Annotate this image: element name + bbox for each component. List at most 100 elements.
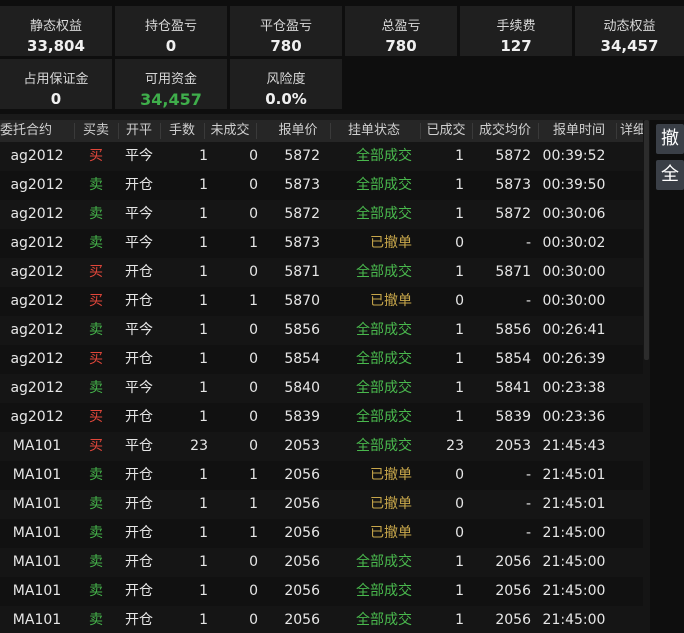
order-price: 2056 — [284, 554, 320, 570]
column-divider — [616, 123, 617, 139]
col-header-symbol[interactable]: 委托合约 — [0, 120, 56, 142]
order-unfilled: 0 — [249, 554, 258, 570]
close-pnl-label: 平仓盈亏 — [259, 19, 312, 34]
col-header-order-status[interactable]: 挂单状态 — [330, 120, 418, 142]
col-header-order-price[interactable]: 报单价 — [266, 120, 330, 142]
order-symbol: MA101 — [12, 612, 62, 628]
close-pnl-cell: 平仓盈亏 780 — [230, 6, 342, 56]
risk-cell: 风险度 0.0% — [230, 59, 342, 109]
order-price: 2056 — [284, 467, 320, 483]
vertical-scrollbar[interactable] — [643, 120, 650, 633]
order-symbol: ag2012 — [10, 293, 64, 309]
order-price: 5873 — [284, 235, 320, 251]
col-header-unfilled[interactable]: 未成交 — [204, 120, 256, 142]
table-row[interactable]: ag2012 卖 开仓 1 0 5873 全部成交 1 5873 00:39:50 — [0, 171, 650, 200]
order-time: 00:39:52 — [542, 148, 606, 164]
order-status: 全部成交 — [356, 612, 412, 628]
col-header-avg-price[interactable]: 成交均价 — [472, 120, 538, 142]
order-direction: 买 — [89, 264, 103, 280]
table-row[interactable]: ag2012 买 平今 1 0 5872 全部成交 1 5872 00:39:52 — [0, 142, 650, 171]
col-header-quantity[interactable]: 手数 — [160, 120, 204, 142]
order-quantity: 1 — [199, 206, 208, 222]
order-avg-price: - — [525, 496, 531, 512]
order-time: 00:26:39 — [542, 351, 606, 367]
order-status: 已撤单 — [370, 525, 412, 541]
order-time: 21:45:00 — [542, 612, 606, 628]
order-open-close: 平今 — [125, 235, 153, 251]
table-row[interactable]: ag2012 买 开仓 1 1 5870 已撤单 0 -00:30:00 — [0, 287, 650, 316]
order-open-close: 平仓 — [125, 438, 153, 454]
order-direction: 卖 — [89, 554, 103, 570]
order-symbol: MA101 — [12, 438, 62, 454]
available-funds-value: 34,457 — [140, 90, 202, 109]
table-row[interactable]: MA101 卖 开仓 1 1 2056 已撤单 0 -21:45:01 — [0, 490, 650, 519]
dynamic-equity-cell: 动态权益 34,457 — [575, 6, 684, 56]
order-price: 5873 — [284, 177, 320, 193]
order-direction: 卖 — [89, 322, 103, 338]
table-row[interactable]: ag2012 买 开仓 1 0 5871 全部成交 1 5871 00:30:00 — [0, 258, 650, 287]
close-pnl-value: 780 — [270, 37, 302, 55]
available-funds-cell: 可用资金 34,457 — [115, 59, 227, 109]
order-time: 00:39:50 — [542, 177, 606, 193]
order-direction: 卖 — [89, 206, 103, 222]
cancel-order-button[interactable]: 撤 — [656, 124, 684, 154]
risk-label: 风险度 — [266, 72, 306, 87]
order-avg-price: 2053 — [495, 438, 531, 454]
order-status: 全部成交 — [356, 380, 412, 396]
order-open-close: 开仓 — [125, 351, 153, 367]
col-header-filled[interactable]: 已成交 — [420, 120, 472, 142]
col-header-order-time[interactable]: 报单时间 — [538, 120, 620, 142]
table-row[interactable]: ag2012 买 开仓 1 0 5839 全部成交 1 5839 00:23:36 — [0, 403, 650, 432]
cancel-all-button[interactable]: 全 — [656, 160, 684, 190]
order-avg-price: 2056 — [495, 583, 531, 599]
order-open-close: 开仓 — [125, 554, 153, 570]
order-time: 00:30:02 — [542, 235, 606, 251]
order-status: 全部成交 — [356, 206, 412, 222]
order-direction: 卖 — [89, 177, 103, 193]
order-open-close: 平今 — [125, 380, 153, 396]
table-row[interactable]: MA101 卖 开仓 1 1 2056 已撤单 0 -21:45:00 — [0, 519, 650, 548]
order-time: 21:45:00 — [542, 554, 606, 570]
order-quantity: 1 — [199, 496, 208, 512]
order-symbol: MA101 — [12, 583, 62, 599]
order-quantity: 23 — [190, 438, 208, 454]
table-row[interactable]: ag2012 卖 平今 1 0 5840 全部成交 1 5841 00:23:38 — [0, 374, 650, 403]
table-row[interactable]: MA101 卖 开仓 1 0 2056 全部成交 1 2056 21:45:00 — [0, 577, 650, 606]
col-header-open-close[interactable]: 开平 — [118, 120, 160, 142]
order-symbol: ag2012 — [10, 380, 64, 396]
col-header-direction[interactable]: 买卖 — [74, 120, 118, 142]
scrollbar-thumb[interactable] — [644, 120, 649, 360]
order-filled: 0 — [455, 467, 464, 483]
order-filled: 0 — [455, 235, 464, 251]
order-open-close: 开仓 — [125, 467, 153, 483]
order-direction: 卖 — [89, 496, 103, 512]
table-row[interactable]: MA101 买 平仓 23 0 2053 全部成交 23 2053 21:45:43 — [0, 432, 650, 461]
order-symbol: ag2012 — [10, 264, 64, 280]
order-status: 全部成交 — [356, 583, 412, 599]
order-status: 全部成交 — [356, 409, 412, 425]
order-direction: 买 — [89, 148, 103, 164]
table-row[interactable]: ag2012 卖 平今 1 1 5873 已撤单 0 -00:30:02 — [0, 229, 650, 258]
side-action-panel: 撤 全 — [650, 120, 684, 633]
table-row[interactable]: MA101 卖 开仓 1 0 2056 全部成交 1 2056 21:45:00 — [0, 606, 650, 633]
table-row[interactable]: ag2012 买 开仓 1 0 5854 全部成交 1 5854 00:26:39 — [0, 345, 650, 374]
order-symbol: MA101 — [12, 467, 62, 483]
order-status: 全部成交 — [356, 264, 412, 280]
order-unfilled: 1 — [249, 467, 258, 483]
order-filled: 1 — [455, 409, 464, 425]
table-row[interactable]: ag2012 卖 平今 1 0 5872 全部成交 1 5872 00:30:06 — [0, 200, 650, 229]
order-unfilled: 0 — [249, 177, 258, 193]
order-price: 5839 — [284, 409, 320, 425]
order-symbol: ag2012 — [10, 148, 64, 164]
table-row[interactable]: MA101 卖 开仓 1 1 2056 已撤单 0 -21:45:01 — [0, 461, 650, 490]
position-pnl-label: 持仓盈亏 — [144, 19, 197, 34]
order-open-close: 开仓 — [125, 525, 153, 541]
order-open-close: 开仓 — [125, 496, 153, 512]
table-row[interactable]: ag2012 卖 平今 1 0 5856 全部成交 1 5856 00:26:41 — [0, 316, 650, 345]
table-row[interactable]: MA101 卖 开仓 1 0 2056 全部成交 1 2056 21:45:00 — [0, 548, 650, 577]
order-avg-price: 5872 — [495, 206, 531, 222]
commission-cell: 手续费 127 — [460, 6, 572, 56]
order-filled: 0 — [455, 525, 464, 541]
order-filled: 1 — [455, 177, 464, 193]
order-price: 2056 — [284, 525, 320, 541]
